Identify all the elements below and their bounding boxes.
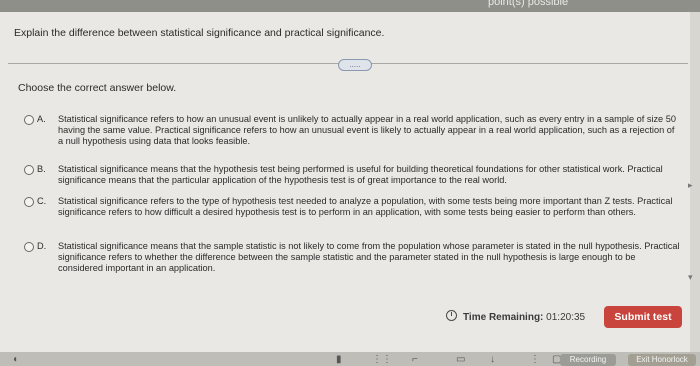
timer-value: 01:20:35 — [546, 312, 586, 323]
more-icon[interactable]: ⋮ — [530, 354, 540, 365]
toolbar-icon[interactable]: ◖ — [12, 354, 18, 365]
radio-icon[interactable] — [24, 197, 34, 207]
top-strip — [0, 0, 700, 12]
toolbar-icon[interactable]: ⋮⋮ — [372, 354, 392, 365]
option-text: Statistical significance refers to how a… — [58, 114, 676, 147]
clock-icon — [446, 310, 457, 321]
exit-honorlock-button[interactable]: Exit Honorlock — [628, 354, 696, 366]
option-text: Statistical significance means that the … — [58, 164, 663, 186]
points-possible: point(s) possible — [488, 0, 569, 8]
arrow-down-icon[interactable]: ↓ — [490, 354, 495, 365]
option-letter: A. — [37, 114, 46, 124]
radio-icon[interactable] — [24, 165, 34, 175]
expand-button[interactable]: ..... — [338, 59, 372, 71]
option-text: Statistical significance refers to the t… — [58, 196, 673, 218]
option-letter: B. — [37, 164, 46, 174]
recording-button[interactable]: Recording — [560, 354, 616, 366]
option-letter: C. — [37, 196, 47, 206]
question-text: Explain the difference between statistic… — [14, 27, 385, 39]
timer-label: Time Remaining: — [463, 312, 544, 323]
radio-icon[interactable] — [24, 242, 34, 252]
scroll-arrow-icon[interactable]: ▸ — [688, 180, 693, 191]
instruction-text: Choose the correct answer below. — [18, 82, 177, 94]
toolbar-icon[interactable]: ⌐ — [412, 354, 418, 365]
submit-test-button[interactable]: Submit test — [604, 306, 682, 328]
radio-icon[interactable] — [24, 115, 34, 125]
toolbar-icon[interactable]: ▮ — [336, 354, 342, 365]
time-remaining: Time Remaining: 01:20:35 — [446, 309, 585, 323]
option-text: Statistical significance means that the … — [58, 241, 680, 274]
option-letter: D. — [37, 241, 47, 251]
scroll-down-icon[interactable]: ▾ — [688, 272, 693, 283]
toolbar-icon[interactable]: ▭ — [456, 354, 465, 365]
